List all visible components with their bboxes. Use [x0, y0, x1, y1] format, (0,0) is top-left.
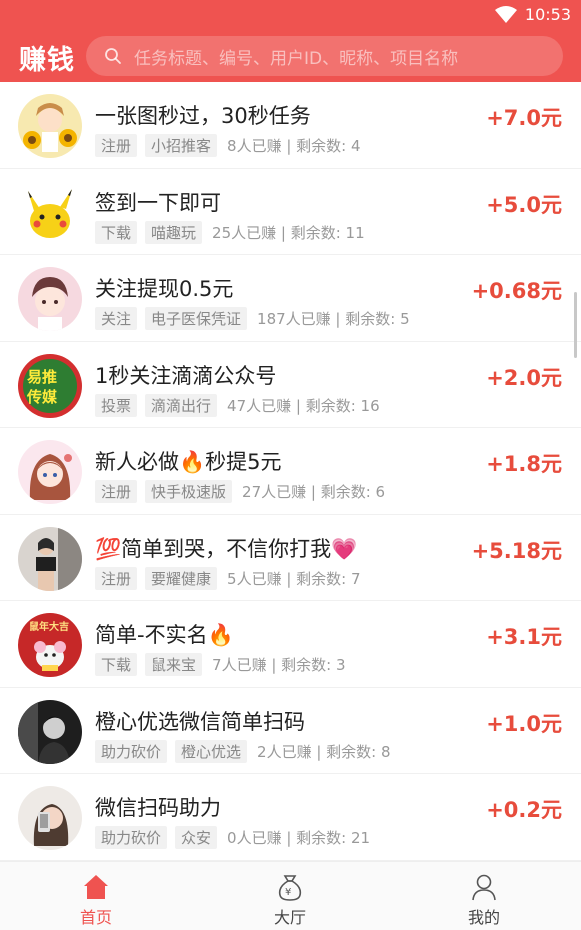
task-item[interactable]: 橙心优选微信简单扫码 助力砍价 橙心优选 2人已赚 | 剩余数: 8 +1.0元 [0, 688, 581, 774]
task-title: 简单-不实名🔥 [95, 623, 234, 647]
status-time: 10:53 [524, 5, 571, 24]
task-meta: 下载 鼠来宝 7人已赚 | 剩余数: 3 [95, 653, 346, 676]
task-meta: 助力砍价 众安 0人已赚 | 剩余数: 21 [95, 826, 370, 849]
search-bar[interactable]: 任务标题、编号、用户ID、昵称、项目名称 [86, 36, 563, 76]
tab-hall-label: 大厅 [273, 908, 306, 927]
tab-mine[interactable]: 我的 [444, 868, 524, 928]
task-reward: +5.0元 [486, 192, 562, 217]
task-reward: +0.68元 [471, 279, 562, 303]
task-item[interactable]: 💯简单到哭，不信你打我💗 注册 要耀健康 5人已赚 | 剩余数: 7 +5.18… [0, 515, 581, 601]
avatar-logo-text-1: 易推 [27, 368, 57, 386]
task-reward: +1.0元 [486, 711, 562, 736]
task-title: 新人必做🔥秒提5元 [95, 450, 282, 474]
task-meta: 关注 电子医保凭证 187人已赚 | 剩余数: 5 [95, 307, 410, 330]
list-scrollbar[interactable] [574, 292, 577, 358]
task-project-tag: 众安 [175, 826, 218, 849]
task-stats: 25人已赚 | 剩余数: 11 [212, 223, 365, 242]
task-item[interactable]: 新人必做🔥秒提5元 注册 快手极速版 27人已赚 | 剩余数: 6 +1.8元 [0, 428, 581, 515]
tab-home[interactable]: 首页 [56, 868, 136, 928]
task-title: 签到一下即可 [95, 190, 221, 215]
search-input[interactable]: 任务标题、编号、用户ID、昵称、项目名称 [134, 44, 458, 69]
task-project-tag: 电子医保凭证 [145, 307, 248, 330]
task-stats: 0人已赚 | 剩余数: 21 [227, 829, 371, 847]
yituichuanmei-logo-avatar: 易推 传媒 [18, 353, 82, 418]
task-item[interactable]: 关注提现0.5元 关注 电子医保凭证 187人已赚 | 剩余数: 5 +0.68… [0, 255, 581, 342]
dark-portrait-avatar [18, 699, 82, 764]
task-meta: 下载 喵趣玩 25人已赚 | 剩余数: 11 [95, 220, 365, 244]
task-meta: 注册 小招推客 8人已赚 | 剩余数: 4 [95, 134, 361, 157]
task-item[interactable]: 一张图秒过，30秒任务 注册 小招推客 8人已赚 | 剩余数: 4 +7.0元 [0, 82, 581, 169]
tab-hall[interactable]: ¥ 大厅 [250, 868, 330, 928]
task-item[interactable]: 易推 传媒 1秒关注滴滴公众号 投票 滴滴出行 47人已赚 | 剩余数: 16 … [0, 342, 581, 428]
money-bag-icon: ¥ [278, 875, 302, 901]
home-icon [84, 875, 108, 899]
rat-year-avatar: 鼠年大吉 [18, 613, 82, 677]
app-header: 赚钱 任务标题、编号、用户ID、昵称、项目名称 [0, 30, 581, 82]
task-reward: +5.18元 [471, 538, 562, 563]
mirror-selfie-avatar [18, 526, 82, 591]
avatar-logo-text: 鼠年大吉 [29, 620, 69, 633]
task-type-tag: 关注 [95, 307, 138, 330]
task-item[interactable]: 鼠年大吉 简单-不实名🔥 下载 鼠来宝 7人已赚 | 剩余数: 3 +3.1元 [0, 601, 581, 688]
task-reward: +1.8元 [486, 452, 562, 476]
task-project-tag: 快手极速版 [145, 480, 233, 503]
svg-text:¥: ¥ [285, 887, 291, 898]
task-title: 一张图秒过，30秒任务 [95, 104, 311, 128]
task-title: 1秒关注滴滴公众号 [95, 363, 277, 388]
pikachu-avatar [18, 180, 82, 245]
task-type-tag: 下载 [95, 653, 138, 676]
task-stats: 27人已赚 | 剩余数: 6 [242, 483, 386, 501]
task-stats: 187人已赚 | 剩余数: 5 [257, 310, 410, 328]
task-reward: +2.0元 [486, 365, 562, 390]
task-title: 微信扫码助力 [95, 796, 221, 820]
task-stats: 47人已赚 | 剩余数: 16 [227, 396, 380, 415]
bottom-tab-bar: 首页 ¥ 大厅 我的 [0, 861, 581, 930]
task-stats: 7人已赚 | 剩余数: 3 [212, 656, 346, 674]
task-project-tag: 鼠来宝 [145, 653, 203, 676]
task-project-tag: 喵趣玩 [145, 220, 203, 244]
brand-title: 赚钱 [19, 45, 75, 76]
tab-mine-label: 我的 [467, 908, 500, 927]
wifi-icon [494, 5, 517, 23]
task-meta: 投票 滴滴出行 47人已赚 | 剩余数: 16 [95, 393, 380, 417]
task-stats: 2人已赚 | 剩余数: 8 [257, 742, 391, 761]
task-item[interactable]: 签到一下即可 下载 喵趣玩 25人已赚 | 剩余数: 11 +5.0元 [0, 169, 581, 255]
sunflower-girl-avatar [18, 94, 82, 158]
anime-boy-avatar [18, 267, 82, 331]
phone-selfie-avatar [18, 786, 82, 850]
task-stats: 5人已赚 | 剩余数: 7 [227, 569, 361, 588]
task-title: 关注提现0.5元 [95, 277, 234, 301]
status-right: 10:53 [494, 5, 571, 24]
task-meta: 注册 快手极速版 27人已赚 | 剩余数: 6 [95, 480, 385, 503]
status-bar: 10:53 [0, 0, 581, 30]
task-meta: 助力砍价 橙心优选 2人已赚 | 剩余数: 8 [95, 739, 391, 763]
anime-girl-avatar [18, 440, 82, 504]
task-meta: 注册 要耀健康 5人已赚 | 剩余数: 7 [95, 566, 361, 590]
tab-home-label: 首页 [79, 908, 112, 927]
user-icon [472, 874, 496, 901]
task-type-tag: 助力砍价 [95, 826, 168, 849]
task-type-tag: 助力砍价 [95, 739, 168, 763]
task-type-tag: 注册 [95, 134, 138, 157]
task-reward: +3.1元 [486, 625, 562, 649]
task-type-tag: 投票 [95, 393, 138, 417]
task-type-tag: 注册 [95, 566, 138, 590]
task-project-tag: 橙心优选 [175, 739, 248, 763]
task-reward: +7.0元 [486, 106, 562, 130]
task-project-tag: 滴滴出行 [145, 393, 218, 417]
task-title: 橙心优选微信简单扫码 [95, 709, 305, 734]
task-title: 💯简单到哭，不信你打我💗 [95, 536, 358, 561]
task-type-tag: 下载 [95, 220, 138, 244]
task-type-tag: 注册 [95, 480, 138, 503]
search-icon [105, 48, 121, 64]
task-list: 一张图秒过，30秒任务 注册 小招推客 8人已赚 | 剩余数: 4 +7.0元 … [0, 82, 581, 861]
task-item[interactable]: 微信扫码助力 助力砍价 众安 0人已赚 | 剩余数: 21 +0.2元 [0, 774, 581, 861]
task-reward: +0.2元 [486, 798, 562, 822]
task-project-tag: 要耀健康 [145, 566, 218, 590]
task-stats: 8人已赚 | 剩余数: 4 [227, 137, 361, 155]
task-project-tag: 小招推客 [145, 134, 218, 157]
avatar-logo-text-2: 传媒 [26, 388, 58, 406]
